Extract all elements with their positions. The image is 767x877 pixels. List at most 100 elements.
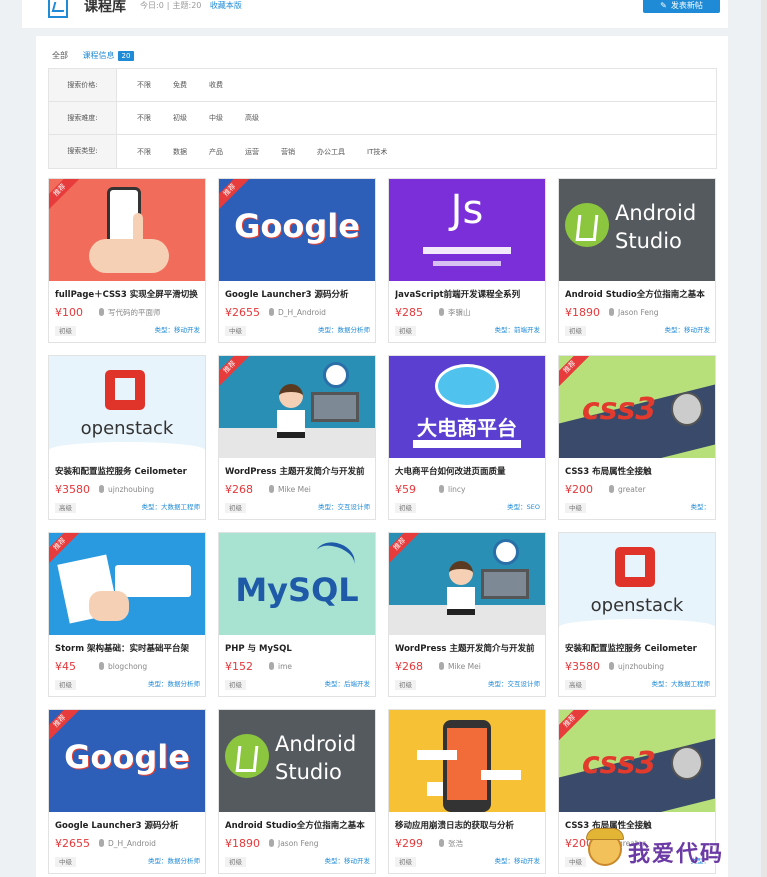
watermark-logo: 我爱代码 <box>586 826 758 872</box>
filter-option[interactable]: 免费 <box>173 80 187 90</box>
course-title[interactable]: JavaScript前端开发课程全系列 <box>395 289 543 301</box>
person-icon <box>609 308 614 316</box>
author-name: 李骥山 <box>448 308 471 317</box>
course-card[interactable]: Android Studio Android Studio全方位指南之基本 ¥189… <box>218 709 376 874</box>
course-price: ¥285 <box>395 306 423 319</box>
filter-option[interactable]: IT技术 <box>367 147 387 157</box>
filter-label: 搜索价格: <box>49 69 117 101</box>
category-link[interactable]: 类型：数据分析师 <box>148 679 200 689</box>
course-card[interactable]: Google 推荐 Google Launcher3 源码分析 ¥2655 D_H_An… <box>218 178 376 343</box>
course-card[interactable]: css3 推荐 CSS3 布局属性全接触 ¥200 greater 中级 类型： <box>558 355 716 520</box>
post-button-label: 发表新帖 <box>670 1 703 10</box>
course-thumbnail[interactable]: Android Studio <box>559 179 715 281</box>
course-author: 李骥山 <box>439 307 471 318</box>
category-link[interactable]: 类型：数据分析师 <box>148 856 200 866</box>
course-card[interactable]: 推荐 WordPress 主题开发简介与开发前 ¥268 Mike Mei 初级 类型：交… <box>218 355 376 520</box>
filter-option[interactable]: 不限 <box>137 80 151 90</box>
category-link[interactable]: 类型：前端开发 <box>495 325 541 335</box>
course-title[interactable]: Google Launcher3 源码分析 <box>225 289 373 301</box>
course-card[interactable]: 大电商平台 大电商平台如何改进页面质量 ¥59 lincy 初级 类型：SEO <box>388 355 546 520</box>
category-link[interactable]: 类型：大数据工程师 <box>652 679 711 689</box>
post-new-thread-button[interactable]: ✎ 发表新帖 <box>643 0 720 13</box>
filter-row: 搜索难度: 不限 初级 中级 高级 <box>49 102 716 135</box>
course-thumbnail[interactable]: Google 推荐 <box>49 710 205 812</box>
recommend-badge: 推荐 <box>559 356 592 390</box>
course-title[interactable]: 移动应用崩溃日志的获取与分析 <box>395 820 543 832</box>
course-thumbnail[interactable]: 推荐 <box>49 179 205 281</box>
course-title[interactable]: Storm 架构基础：实时基础平台架 <box>55 643 203 655</box>
course-thumbnail[interactable]: 推荐 <box>49 533 205 635</box>
filter-option[interactable]: 数据 <box>173 147 187 157</box>
straw-hat-icon <box>586 828 624 840</box>
course-thumbnail[interactable]: openstack <box>559 533 715 635</box>
header-bar: 课程库 今日:0 | 主题:20 收藏本版 ✎ 发表新帖 <box>22 0 728 28</box>
course-card[interactable]: Android Studio Android Studio全方位指南之基本 ¥189… <box>558 178 716 343</box>
course-thumbnail[interactable] <box>389 710 545 812</box>
category-link[interactable]: 类型： <box>691 502 711 512</box>
course-title[interactable]: fullPage＋CSS3 实现全屏平滑切换 <box>55 289 203 301</box>
course-title[interactable]: WordPress 主题开发简介与开发前 <box>225 466 373 478</box>
course-price: ¥1890 <box>565 306 600 319</box>
filter-option[interactable]: 中级 <box>209 113 223 123</box>
bookmark-link[interactable]: 收藏本版 <box>210 1 242 10</box>
course-thumbnail[interactable]: 推荐 <box>219 356 375 458</box>
course-card[interactable]: MySQL PHP 与 MySQL ¥152 ime 初级 类型：后端开发 <box>218 532 376 697</box>
filter-option[interactable]: 收费 <box>209 80 223 90</box>
category-link[interactable]: 类型：移动开发 <box>325 856 371 866</box>
course-thumbnail[interactable]: MySQL <box>219 533 375 635</box>
course-title[interactable]: 安装和配置监控服务 Ceilometer <box>565 643 713 655</box>
filter-option[interactable]: 初级 <box>173 113 187 123</box>
course-card[interactable]: Js JavaScript前端开发课程全系列 ¥285 李骥山 初级 类型：前端开发 <box>388 178 546 343</box>
course-thumbnail[interactable]: 大电商平台 <box>389 356 545 458</box>
category-link[interactable]: 类型：后端开发 <box>325 679 371 689</box>
course-thumbnail[interactable]: css3 推荐 <box>559 356 715 458</box>
author-name: greater <box>618 485 646 494</box>
course-card[interactable]: openstack 安装和配置监控服务 Ceilometer ¥3580 ujnzho… <box>48 355 206 520</box>
course-title[interactable]: CSS3 布局属性全接触 <box>565 466 713 478</box>
page-scrollbar[interactable] <box>761 0 767 877</box>
category-link[interactable]: 类型：交互设计师 <box>488 679 540 689</box>
course-title[interactable]: Android Studio全方位指南之基本 <box>225 820 373 832</box>
category-link[interactable]: 类型：交互设计师 <box>318 502 370 512</box>
course-card[interactable]: 推荐 fullPage＋CSS3 实现全屏平滑切换 ¥100 写代码的平面师 初级 类型：… <box>48 178 206 343</box>
course-card[interactable]: openstack 安装和配置监控服务 Ceilometer ¥3580 ujnzho… <box>558 532 716 697</box>
course-thumbnail[interactable]: css3 推荐 <box>559 710 715 812</box>
tab-course-info[interactable]: 课程信息 20 <box>83 50 135 62</box>
course-thumbnail[interactable]: Js <box>389 179 545 281</box>
filter-row: 搜索价格: 不限 免费 收费 <box>49 69 716 102</box>
category-link[interactable]: 类型：移动开发 <box>665 325 711 335</box>
category-link[interactable]: 类型：移动开发 <box>495 856 541 866</box>
course-thumbnail[interactable]: Google 推荐 <box>219 179 375 281</box>
course-title[interactable]: Google Launcher3 源码分析 <box>55 820 203 832</box>
course-thumbnail[interactable]: 推荐 <box>389 533 545 635</box>
tab-all[interactable]: 全部 <box>52 50 68 62</box>
category-link[interactable]: 类型：SEO <box>507 502 540 512</box>
filter-option[interactable]: 不限 <box>137 113 151 123</box>
filter-option[interactable]: 产品 <box>209 147 223 157</box>
category-link[interactable]: 类型：数据分析师 <box>318 325 370 335</box>
recommend-badge: 推荐 <box>219 356 252 390</box>
person-icon <box>439 485 444 493</box>
course-card[interactable]: 推荐 WordPress 主题开发简介与开发前 ¥268 Mike Mei 初级 类型：交… <box>388 532 546 697</box>
person-icon <box>269 662 274 670</box>
course-thumbnail[interactable]: Android Studio <box>219 710 375 812</box>
filter-option[interactable]: 运营 <box>245 147 259 157</box>
course-thumbnail[interactable]: openstack <box>49 356 205 458</box>
category-link[interactable]: 类型：移动开发 <box>155 325 201 335</box>
filter-option[interactable]: 办公工具 <box>317 147 345 157</box>
level-tag: 初级 <box>55 326 76 336</box>
filter-option[interactable]: 营销 <box>281 147 295 157</box>
course-author: Jason Feng <box>269 838 318 849</box>
filter-option[interactable]: 高级 <box>245 113 259 123</box>
course-card[interactable]: 推荐 Storm 架构基础：实时基础平台架 ¥45 blogchong 初级 类型：数据分… <box>48 532 206 697</box>
filter-option[interactable]: 不限 <box>137 147 151 157</box>
course-card[interactable]: 移动应用崩溃日志的获取与分析 ¥299 张浩 初级 类型：移动开发 <box>388 709 546 874</box>
category-link[interactable]: 类型：大数据工程师 <box>142 502 201 512</box>
course-title[interactable]: WordPress 主题开发简介与开发前 <box>395 643 543 655</box>
course-title[interactable]: 大电商平台如何改进页面质量 <box>395 466 543 478</box>
course-title[interactable]: Android Studio全方位指南之基本 <box>565 289 713 301</box>
course-title[interactable]: PHP 与 MySQL <box>225 643 373 655</box>
course-title[interactable]: 安装和配置监控服务 Ceilometer <box>55 466 203 478</box>
level-tag: 初级 <box>225 503 246 513</box>
course-card[interactable]: Google 推荐 Google Launcher3 源码分析 ¥2655 D_H_An… <box>48 709 206 874</box>
